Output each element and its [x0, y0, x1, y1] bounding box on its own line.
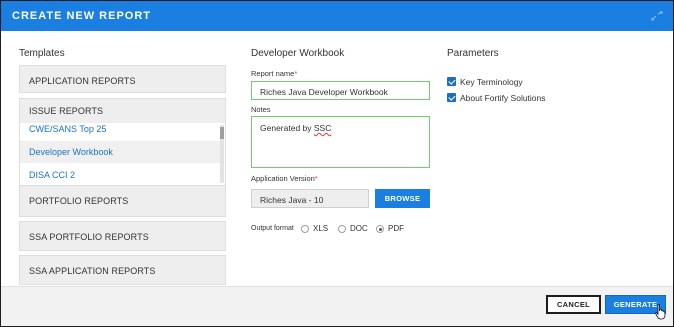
- radio-circle: [301, 225, 309, 233]
- report-name-input[interactable]: Riches Java Developer Workbook: [251, 81, 430, 100]
- param-label: About Fortify Solutions: [460, 93, 546, 103]
- notes-value-text: Generated by: [260, 123, 314, 133]
- app-version-value: Riches Java - 10: [260, 195, 324, 205]
- template-group-label: APPLICATION REPORTS: [29, 76, 136, 86]
- required-marker: *: [294, 69, 298, 78]
- dialog-title: CREATE NEW REPORT: [12, 10, 152, 22]
- app-version-field: Riches Java - 10: [251, 189, 369, 208]
- list-item-cwe-sans[interactable]: CWE/SANS Top 25: [20, 123, 221, 140]
- template-group-portfolio-reports[interactable]: PORTFOLIO REPORTS: [19, 185, 226, 217]
- form-heading: Developer Workbook: [251, 48, 345, 59]
- cancel-button[interactable]: CANCEL: [546, 295, 601, 314]
- output-format-label: Output format: [251, 225, 294, 232]
- report-name-label-text: Report name: [251, 69, 295, 78]
- template-group-label: ISSUE REPORTS: [29, 106, 104, 116]
- radio-label: PDF: [388, 224, 404, 233]
- app-version-label-text: Application Version: [251, 174, 315, 183]
- report-name-value: Riches Java Developer Workbook: [260, 87, 388, 97]
- template-group-label: SSA APPLICATION REPORTS: [29, 266, 156, 276]
- resize-icon[interactable]: [651, 11, 663, 21]
- template-group-application-reports[interactable]: APPLICATION REPORTS: [19, 65, 226, 93]
- dialog-titlebar: CREATE NEW REPORT: [1, 1, 673, 31]
- notes-label: Notes: [251, 105, 271, 114]
- report-name-label: Report name*: [251, 69, 297, 78]
- create-report-dialog: CREATE NEW REPORT Templates APPLICATION …: [0, 0, 674, 327]
- template-group-ssa-portfolio-reports[interactable]: SSA PORTFOLIO REPORTS: [19, 221, 226, 251]
- list-item-developer-workbook[interactable]: Developer Workbook: [20, 141, 221, 163]
- browse-button[interactable]: BROWSE: [375, 189, 430, 208]
- templates-heading: Templates: [19, 48, 65, 59]
- radio-label: XLS: [313, 224, 329, 233]
- template-group-issue-reports[interactable]: ISSUE REPORTS: [19, 98, 226, 124]
- checkbox-checked-icon[interactable]: [447, 93, 456, 102]
- radio-label: DOC: [350, 224, 368, 233]
- scrollbar-thumb[interactable]: [220, 127, 224, 139]
- template-group-label: PORTFOLIO REPORTS: [29, 196, 129, 206]
- hand-cursor-icon: [655, 304, 667, 320]
- template-group-ssa-application-reports[interactable]: SSA APPLICATION REPORTS: [19, 255, 226, 285]
- param-label: Key Terminology: [460, 77, 523, 87]
- notes-textarea[interactable]: Generated by SSC: [251, 116, 430, 168]
- parameters-heading: Parameters: [447, 48, 499, 59]
- notes-misspelled-word: SSC: [313, 123, 332, 133]
- checkbox-checked-icon[interactable]: [447, 77, 456, 86]
- template-group-label: SSA PORTFOLIO REPORTS: [29, 232, 149, 242]
- issue-reports-list: CWE/SANS Top 25 Developer Workbook DISA …: [19, 123, 226, 185]
- app-version-label: Application Version*: [251, 174, 318, 183]
- list-scrollbar[interactable]: [220, 125, 224, 183]
- radio-circle: [338, 225, 346, 233]
- radio-circle-selected: [376, 225, 384, 233]
- list-item-disa-cci-2[interactable]: DISA CCI 2: [20, 164, 221, 185]
- required-marker: *: [314, 174, 318, 183]
